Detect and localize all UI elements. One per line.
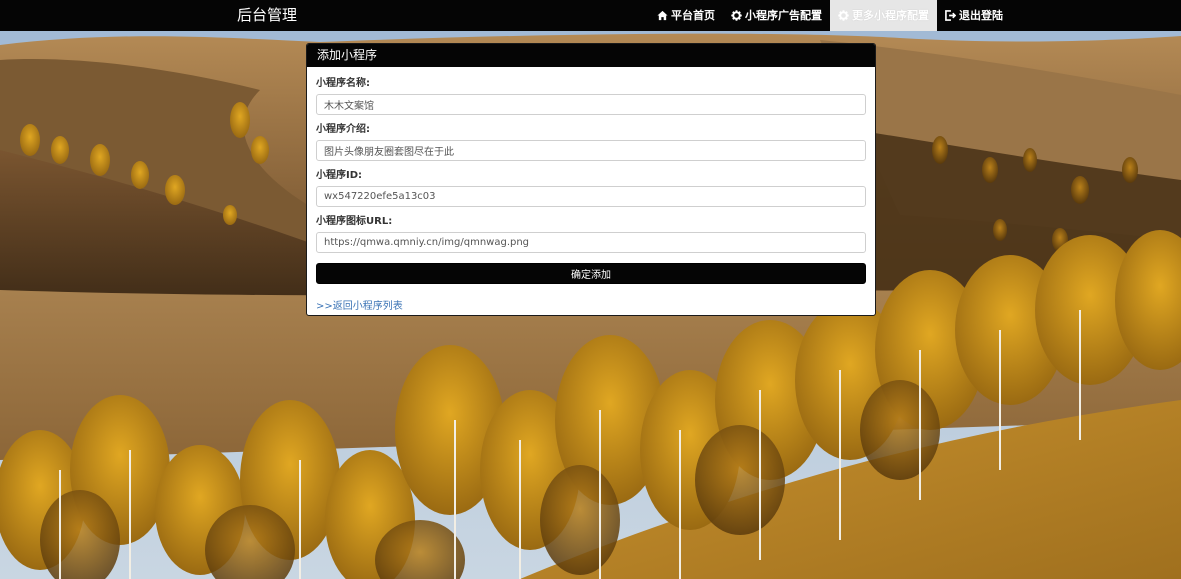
- nav-menu: 平台首页 小程序广告配置 更多小程序配置 退出登陆: [649, 0, 1011, 31]
- nav-item-home[interactable]: 平台首页: [649, 0, 723, 31]
- nav-item-label: 小程序广告配置: [745, 9, 822, 22]
- top-navbar: 后台管理 平台首页 小程序广告配置 更多小程序配置 退出登陆: [0, 0, 1181, 31]
- panel-body: 小程序名称: 小程序介绍: 小程序ID: 小程序图标URL: 确定添加 >>返回…: [307, 67, 875, 312]
- icon-url-input[interactable]: [316, 232, 866, 253]
- add-miniprogram-panel: 添加小程序 小程序名称: 小程序介绍: 小程序ID: 小程序图标URL: 确定添…: [306, 43, 876, 316]
- nav-item-label: 更多小程序配置: [852, 9, 929, 22]
- home-icon: [657, 10, 668, 21]
- gear-icon: [838, 10, 849, 21]
- nav-item-label: 平台首页: [671, 9, 715, 22]
- gear-icon: [731, 10, 742, 21]
- intro-input[interactable]: [316, 140, 866, 161]
- nav-item-ad-config[interactable]: 小程序广告配置: [723, 0, 830, 31]
- name-input[interactable]: [316, 94, 866, 115]
- nav-item-more-config[interactable]: 更多小程序配置: [830, 0, 937, 31]
- nav-item-label: 退出登陆: [959, 9, 1003, 22]
- form-group-icon-url: 小程序图标URL:: [316, 215, 866, 253]
- name-label: 小程序名称:: [316, 78, 370, 89]
- confirm-add-button[interactable]: 确定添加: [316, 263, 866, 284]
- form-group-intro: 小程序介绍:: [316, 123, 866, 161]
- form-group-name: 小程序名称:: [316, 77, 866, 115]
- appid-label: 小程序ID:: [316, 170, 363, 181]
- form-group-appid: 小程序ID:: [316, 169, 866, 207]
- appid-input[interactable]: [316, 186, 866, 207]
- logout-icon: [945, 10, 956, 21]
- back-to-list-link[interactable]: >>返回小程序列表: [316, 297, 403, 312]
- icon-url-label: 小程序图标URL:: [316, 216, 393, 227]
- panel-title: 添加小程序: [307, 44, 875, 67]
- brand-title[interactable]: 后台管理: [237, 0, 297, 31]
- nav-item-logout[interactable]: 退出登陆: [937, 0, 1011, 31]
- intro-label: 小程序介绍:: [316, 124, 370, 135]
